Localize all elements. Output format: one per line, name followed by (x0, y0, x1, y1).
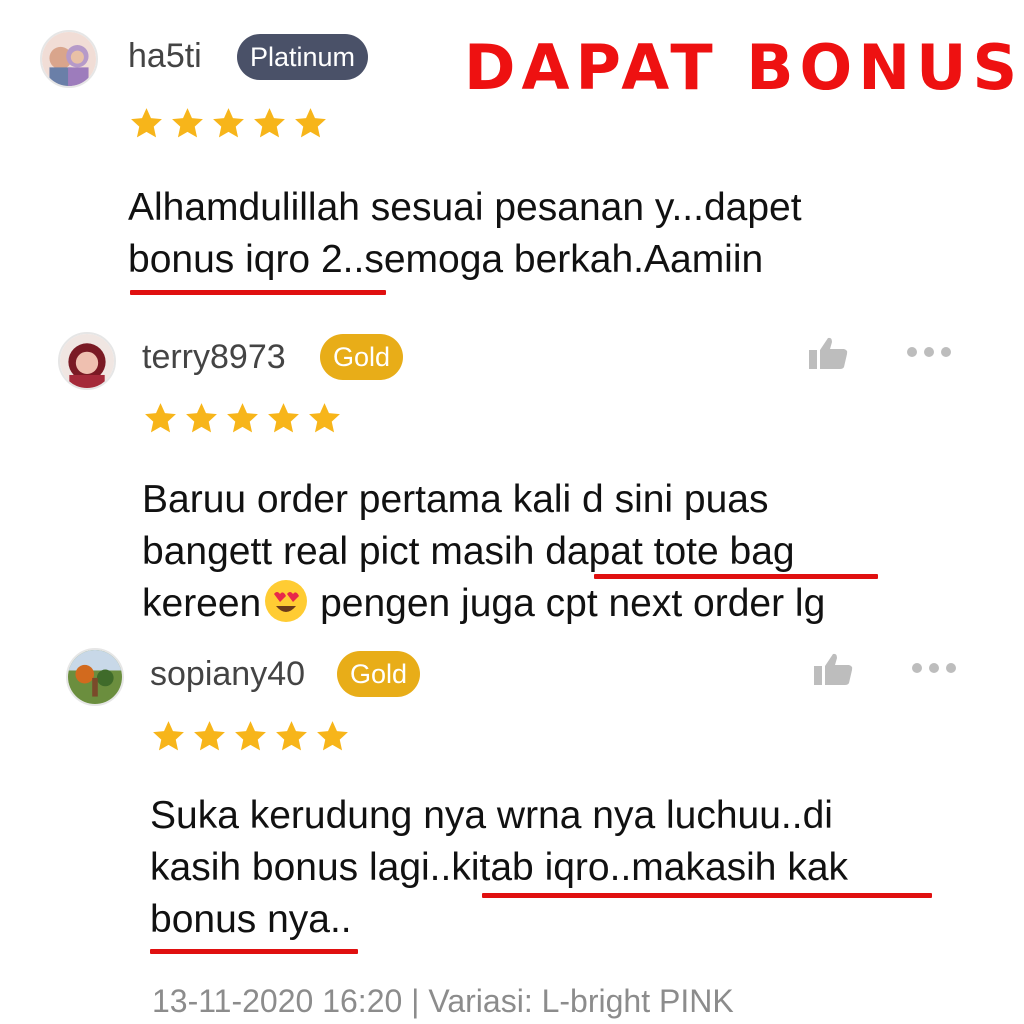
promo-banner-title: DAPAT BONUS (464, 31, 1024, 104)
star-rating (150, 718, 351, 758)
star-rating (128, 105, 329, 145)
review-text-fragment: pengen juga cpt next order lg (309, 582, 826, 625)
review-meta: 13-11-2020 16:20 | Variasi: L-bright PIN… (152, 983, 734, 1019)
star-icon (276, 721, 307, 751)
star-icon (227, 403, 258, 433)
review-username[interactable]: sopiany40 (150, 654, 305, 694)
review-text-line: Suka kerudung nya wrna nya luchuu..di (150, 794, 833, 837)
membership-badge: Gold (320, 334, 404, 380)
highlight-underline (482, 893, 932, 898)
star-icon (153, 721, 184, 751)
review-text-line: bonus nya.. (150, 898, 352, 941)
review-username[interactable]: ha5ti (128, 36, 202, 76)
review-text: Alhamdulillah sesuai pesanan y...dapet b… (128, 182, 802, 286)
highlight-underline (130, 290, 386, 295)
star-icon (213, 108, 244, 138)
star-rating (142, 400, 343, 440)
more-options-icon[interactable] (906, 346, 952, 358)
review-text-fragment: kereen (142, 582, 262, 625)
star-icon (268, 403, 299, 433)
thumbs-up-icon[interactable] (808, 336, 848, 370)
review-text-line: kereen pengen juga cpt next order lg (142, 578, 825, 630)
star-icon (309, 403, 340, 433)
review-text-line: Baruu order pertama kali d sini puas (142, 478, 769, 521)
review-text-line: kasih bonus lagi..kitab iqro..makasih ka… (150, 846, 849, 889)
review-username[interactable]: terry8973 (142, 337, 286, 377)
star-icon (295, 108, 326, 138)
star-icon (254, 108, 285, 138)
highlight-underline (594, 574, 878, 579)
avatar[interactable] (66, 648, 124, 706)
review-text-line: bonus iqro 2..semoga berkah.Aamiin (128, 238, 764, 281)
more-options-icon[interactable] (911, 662, 957, 674)
star-icon (235, 721, 266, 751)
star-icon (186, 403, 217, 433)
star-icon (131, 108, 162, 138)
review-text: Baruu order pertama kali d sini puas ban… (142, 474, 825, 630)
membership-badge: Gold (337, 651, 421, 697)
star-icon (172, 108, 203, 138)
review-text-line: bangett real pict masih dapat tote bag (142, 530, 795, 573)
star-icon (194, 721, 225, 751)
avatar[interactable] (58, 332, 116, 390)
thumbs-up-icon[interactable] (813, 652, 853, 686)
review-text-line: Alhamdulillah sesuai pesanan y...dapet (128, 186, 802, 229)
review-text: Suka kerudung nya wrna nya luchuu..di ka… (150, 790, 848, 946)
highlight-underline (150, 949, 358, 954)
heart-eyes-emoji-icon (265, 580, 308, 622)
membership-badge: Platinum (237, 34, 369, 80)
avatar[interactable] (40, 30, 98, 88)
star-icon (317, 721, 348, 751)
star-icon (145, 403, 176, 433)
